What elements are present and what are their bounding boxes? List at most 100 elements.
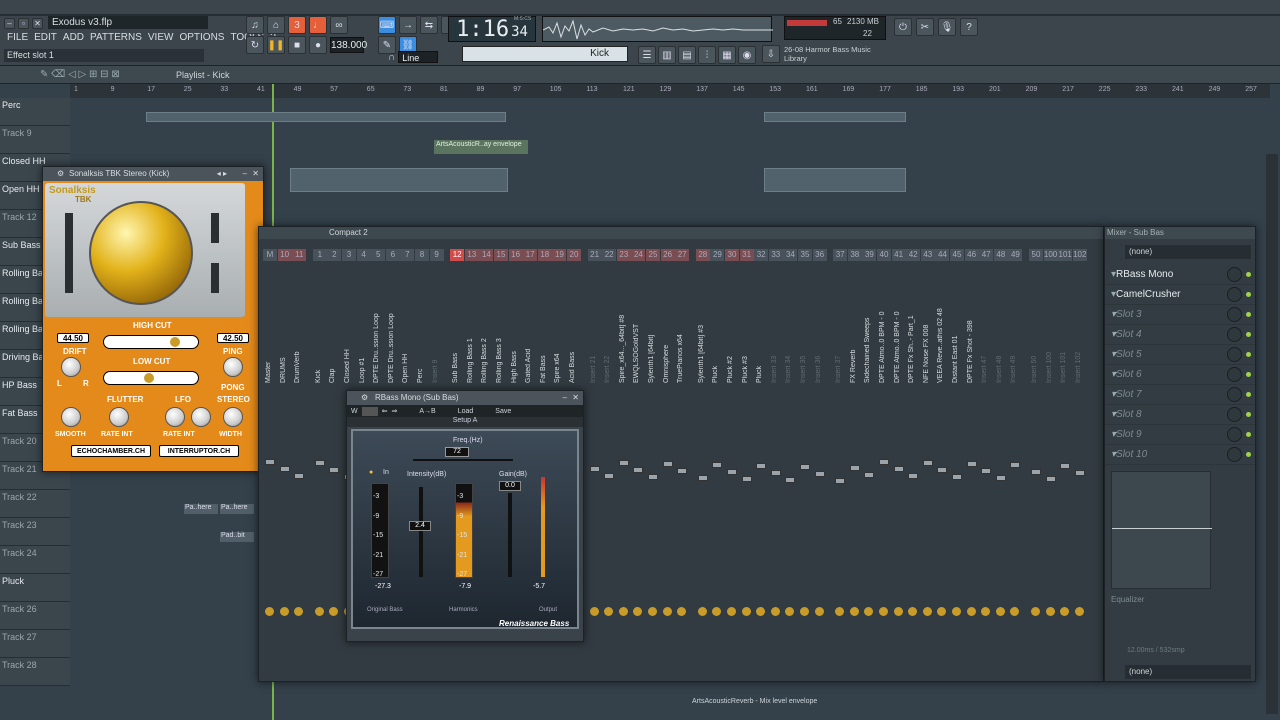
volume-fader[interactable] [879,459,889,465]
slot-mix-knob[interactable] [1227,387,1242,402]
pan-knob[interactable] [952,607,961,616]
news-panel[interactable]: ⇩ 26-08 Harmor Bass Music Library [762,44,892,64]
track-header[interactable]: Perc [0,98,70,126]
effect-slot[interactable]: ▾ Slot 3 [1105,305,1255,325]
pan-knob[interactable] [294,607,304,616]
step-icon[interactable]: → [399,16,417,34]
mixer-channel[interactable]: 34 Insert 34 [783,249,798,669]
track-header[interactable]: Track 9 [0,126,70,154]
envelope-clip-bottom[interactable]: ArtsAcousticReverb - Mix level envelope [692,698,852,708]
pan-knob[interactable] [648,607,657,616]
track-header[interactable]: Track 22 [0,490,70,518]
slot-mix-knob[interactable] [1227,367,1242,382]
volume-fader[interactable] [937,467,948,473]
mixer-channel[interactable]: 24 EWQLSOGoldVST [631,249,646,669]
rate-int-knob[interactable] [109,407,129,427]
clip[interactable] [146,112,506,122]
volume-fader[interactable] [800,464,810,470]
pan-knob[interactable] [618,607,628,616]
envelope-clip[interactable]: ArtsAcousticR..ay envelope [434,140,528,154]
slot-mix-knob[interactable] [1227,427,1242,442]
eq-graph[interactable] [1111,471,1212,589]
volume-fader[interactable] [265,459,275,465]
effect-slot[interactable]: ▾ Slot 8 [1105,405,1255,425]
playlist-icon[interactable]: ☰ [638,46,656,64]
browser-icon[interactable]: ▦ [718,46,736,64]
mixer-channel[interactable]: 48 Insert 48 [993,249,1008,669]
pan-knob[interactable] [1074,607,1084,616]
pan-knob[interactable] [922,607,932,616]
effect-slot[interactable]: ▾ RBass Mono [1105,265,1255,285]
volume-fader[interactable] [966,461,977,467]
mixer-icon[interactable]: ⫶ [698,46,716,64]
pause-icon[interactable]: ❚❚ [267,36,285,54]
bypass-icon[interactable]: ● [369,469,373,476]
loop-record-icon[interactable]: ∞ [330,16,348,34]
pan-knob[interactable] [589,607,599,616]
mixer-channel[interactable]: 42 DPTE Fx Sh..- Part_1 [906,249,921,669]
mixer-channel[interactable]: 47 Insert 47 [979,249,994,669]
track-header[interactable]: Track 26 [0,602,70,630]
mixer-channel[interactable]: 100 Insert 100 [1043,249,1058,669]
mixer-channel[interactable]: 36 Insert 36 [812,249,827,669]
effect-slot[interactable]: ▾ CamelCrusher [1105,285,1255,305]
playlist-scrollbar[interactable] [1266,154,1278,714]
record-icon[interactable]: ● [309,36,327,54]
pan-knob[interactable] [995,607,1005,616]
slot-enable-icon[interactable] [1246,372,1251,377]
slot-mix-knob[interactable] [1227,447,1242,462]
track-header[interactable]: Track 24 [0,546,70,574]
rbass-titlebar[interactable]: ⚙ RBass Mono (Sub Bas) ✕ – [347,391,583,405]
volume-fader[interactable] [633,467,644,473]
volume-fader[interactable] [814,471,825,477]
plugin-titlebar[interactable]: Sonalksis TBK Stereo (Kick) ⚙ ✕ – ◂ ▸ [43,167,263,181]
volume-fader[interactable] [1010,462,1021,468]
slot-enable-icon[interactable] [1246,272,1251,277]
left-value[interactable]: 44.50 [57,333,89,343]
mixer-channel[interactable]: 26 Omnisphere [660,249,675,669]
width-knob[interactable] [223,407,243,427]
pan-knob[interactable] [329,607,339,616]
mixer-channel[interactable]: 41 DPTE Atmo..0 BPM - 0 [891,249,906,669]
next-preset-icon[interactable]: ⇒ [391,407,397,415]
close-icon[interactable]: ✕ [572,391,579,405]
effect-slot[interactable]: ▾ Slot 5 [1105,345,1255,365]
plugin-picker-icon[interactable]: ◉ [738,46,756,64]
mixer-channel[interactable]: 31 Pluck #3 [739,249,754,669]
wait-icon[interactable]: 3 [288,16,306,34]
volume-fader[interactable] [604,473,615,479]
close-icon[interactable]: ✕ [32,17,43,29]
volume-fader[interactable] [770,470,781,476]
volume-fader[interactable] [922,460,933,466]
volume-fader[interactable] [893,466,904,472]
channel-rack-icon[interactable]: ▤ [678,46,696,64]
gain-value[interactable]: 0.0 [499,481,521,491]
volume-fader[interactable] [294,473,305,479]
volume-fader[interactable] [952,474,962,480]
slot-mix-knob[interactable] [1227,267,1242,282]
clip[interactable] [764,168,906,192]
timeline-ruler[interactable]: 1 9 17 25 33 41 49 57 65 73 81 89 97 105 113 121 129 137 1… [70,84,1270,98]
mixer-channel[interactable]: 44 VEEA Reve..athis 02 48 [935,249,950,669]
snap-selector[interactable]: ∩ Line [388,51,439,63]
volume-fader[interactable] [1074,470,1085,476]
mixer-channel[interactable]: 101 Insert 101 [1058,249,1073,669]
volume-fader[interactable] [864,472,875,478]
minimize-icon[interactable]: – [4,17,15,29]
effect-slot[interactable]: ▾ Slot 7 [1105,385,1255,405]
gear-icon[interactable]: ⚙ [361,391,368,405]
volume-fader[interactable] [785,477,796,483]
lfo-int-knob[interactable] [191,407,211,427]
pan-knob[interactable] [1045,607,1055,616]
interruptor-button[interactable]: INTERRUPTOR.CH [159,445,239,457]
mixer-channel[interactable]: 46 DPTE Fx Shot - 398 [964,249,979,669]
ab-button[interactable]: A→B [419,408,435,415]
intensity-fader[interactable] [419,487,423,577]
pan-knob[interactable] [741,607,751,616]
pan-knob[interactable] [314,607,324,616]
mixer-titlebar[interactable]: Compact 2 [259,227,1103,239]
mixer-channel[interactable]: 1 Kick [312,249,327,669]
playlist-tools-icon[interactable]: ✎ ⌫ ◁ ▷ ⊞ ⊟ ⊠ [40,69,120,80]
mixer-channel[interactable]: 10 DRUMS [277,249,292,669]
side-fader[interactable] [211,263,219,293]
